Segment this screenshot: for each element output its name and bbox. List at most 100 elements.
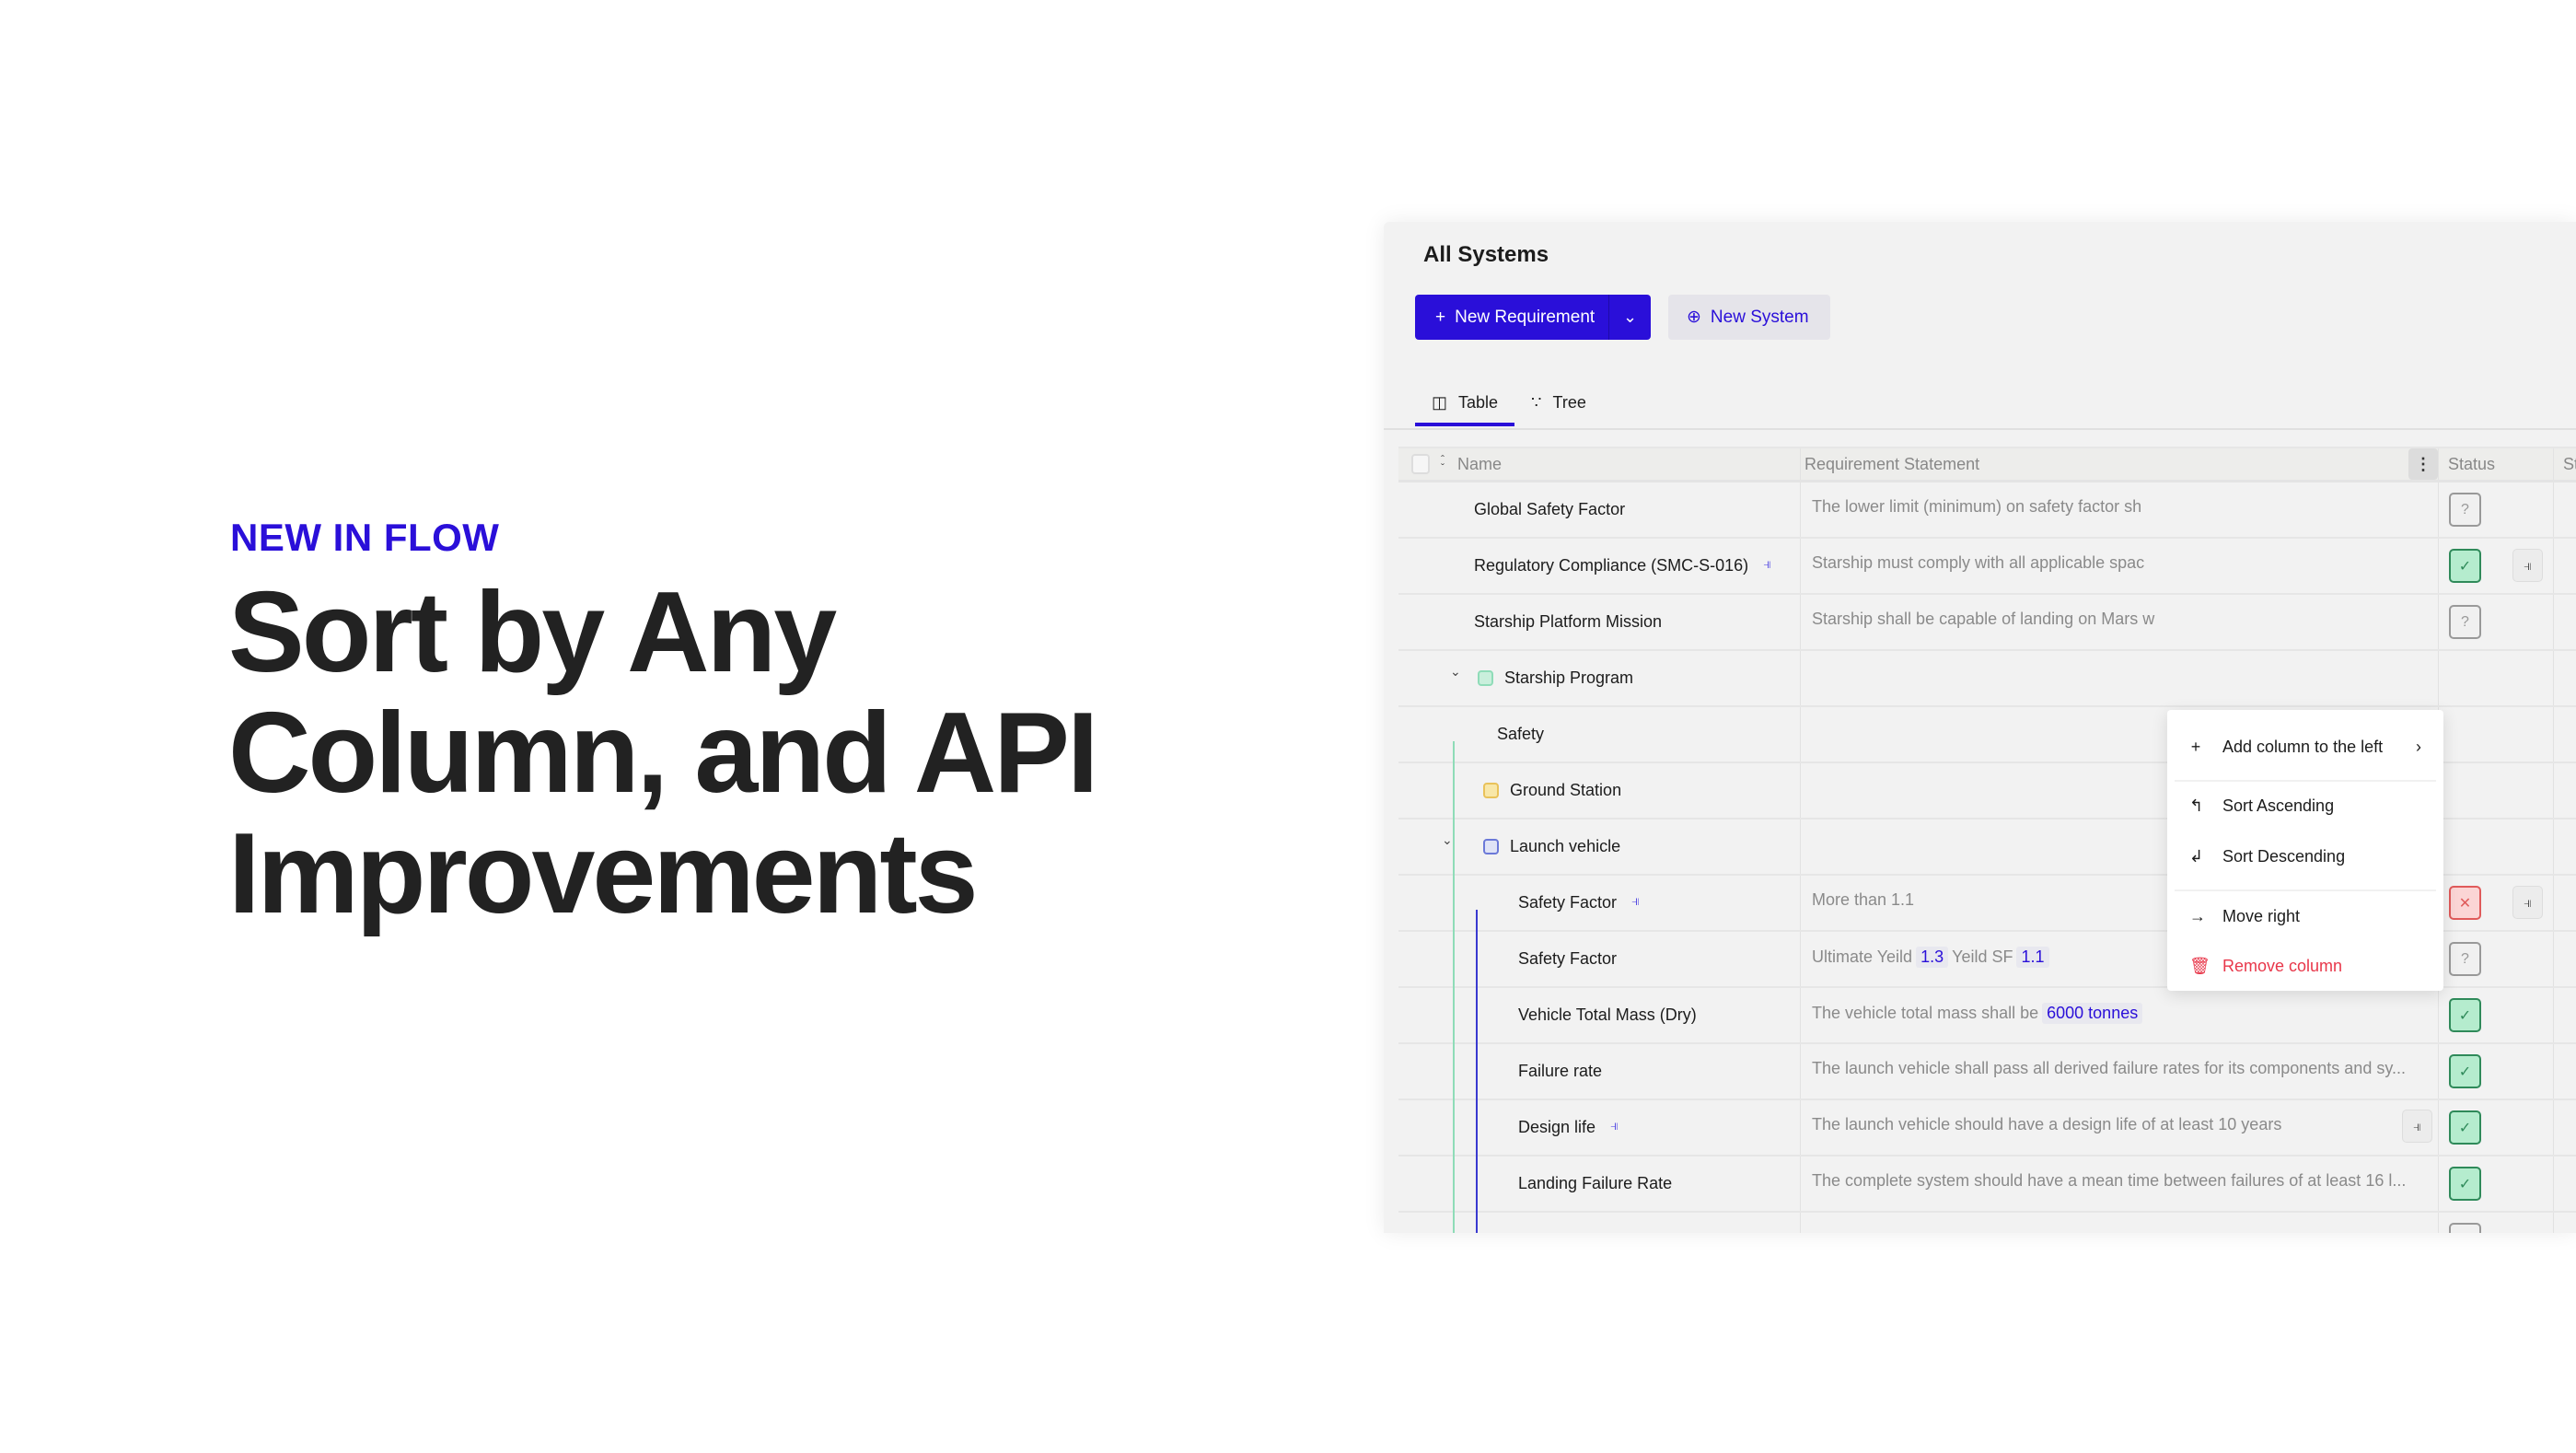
column-header-extra[interactable]: St xyxy=(2563,455,2576,474)
link-icon[interactable]: ⫣ xyxy=(2402,1110,2432,1143)
status-cell: ✓ xyxy=(2439,1157,2554,1211)
plus-icon: + xyxy=(1435,307,1446,327)
menu-label: Move right xyxy=(2222,906,2301,925)
requirement-cell[interactable]: The lower limit (minimum) on safety fact… xyxy=(1801,482,2439,537)
link-icon[interactable]: ⫣ xyxy=(1610,1118,1619,1137)
value-token: 1.1 xyxy=(2016,947,2049,968)
table-row[interactable]: Landing Failure Rate The complete system … xyxy=(1398,1157,2576,1213)
status-pass-badge[interactable]: ✓ xyxy=(2449,1167,2481,1201)
row-name[interactable]: Design life xyxy=(1518,1118,1595,1137)
status-cell: ✓ xyxy=(2439,1044,2554,1098)
tree-guide-line xyxy=(1453,741,1455,1233)
status-unknown-badge[interactable]: ? xyxy=(2449,493,2481,527)
row-name[interactable]: Vehicle Total Mass (Dry) xyxy=(1518,1005,1697,1025)
link-icon[interactable]: ⫣ xyxy=(1631,893,1640,912)
name-cell: Landing Failure Rate xyxy=(1398,1157,1801,1211)
menu-divider xyxy=(2175,780,2436,782)
row-name[interactable]: Safety Factor xyxy=(1518,949,1617,969)
row-name[interactable]: Global Safety Factor xyxy=(1474,500,1625,519)
new-system-button[interactable]: ⊕ New System xyxy=(1668,295,1830,340)
extra-cell xyxy=(2554,1157,2576,1211)
table-row[interactable]: Failure rate The launch vehicle shall pas… xyxy=(1398,1044,2576,1100)
arrow-right-icon: → xyxy=(2189,906,2206,925)
requirement-cell[interactable]: Starship must comply with all applicable… xyxy=(1801,539,2439,593)
requirement-text: Starship shall be capable of landing on … xyxy=(1812,610,2154,629)
requirement-cell[interactable] xyxy=(1801,1213,2439,1233)
menu-item-move-right[interactable]: → Move right xyxy=(2167,898,2443,935)
menu-item-add-column-left[interactable]: + Add column to the left › xyxy=(2167,728,2443,765)
requirement-text: The launch vehicle should have a design … xyxy=(1812,1115,2281,1134)
table-row[interactable]: Vehicle Total Mass (Dry) The vehicle tota… xyxy=(1398,988,2576,1044)
text-segment: More than 1.1 xyxy=(1812,890,1915,909)
status-unknown-badge[interactable]: ? xyxy=(2449,605,2481,639)
menu-item-sort-ascending[interactable]: ↰ Sort Ascending xyxy=(2167,787,2443,824)
new-requirement-button[interactable]: + New Requirement ⌄ xyxy=(1415,295,1651,340)
text-segment: The launch vehicle should have a design … xyxy=(1812,1115,2282,1133)
menu-label: Remove column xyxy=(2222,956,2343,975)
table-row[interactable]: ? xyxy=(1398,1213,2576,1233)
requirement-cell[interactable]: The complete system should have a mean t… xyxy=(1801,1157,2439,1211)
row-name[interactable]: Ground Station xyxy=(1510,781,1621,800)
status-cell xyxy=(2439,819,2554,874)
requirement-cell[interactable]: The launch vehicle shall pass all derive… xyxy=(1801,1044,2439,1098)
extra-cell xyxy=(2554,932,2576,986)
chevron-right-icon: › xyxy=(2416,737,2421,756)
row-name[interactable]: Starship Program xyxy=(1504,668,1633,688)
row-name[interactable]: Landing Failure Rate xyxy=(1518,1174,1672,1193)
status-pass-badge[interactable]: ✓ xyxy=(2449,998,2481,1032)
extra-cell xyxy=(2554,1213,2576,1233)
requirement-text: Ultimate Yeild 1.3 Yeild SF 1.1 xyxy=(1812,947,2049,968)
status-pass-badge[interactable]: ✓ xyxy=(2449,549,2481,583)
tab-table[interactable]: ◫ Table xyxy=(1415,378,1515,426)
table-row[interactable]: Global Safety Factor The lower limit (min… xyxy=(1398,482,2576,539)
table-row[interactable]: Regulatory Compliance (SMC-S-016) ⫣ Starsh… xyxy=(1398,539,2576,595)
link-icon[interactable]: ⫣ xyxy=(1763,556,1771,575)
table-row[interactable]: Design life ⫣ The launch vehicle should ha… xyxy=(1398,1100,2576,1157)
status-pass-badge[interactable]: ✓ xyxy=(2449,1054,2481,1088)
row-name[interactable]: Launch vehicle xyxy=(1510,837,1620,856)
row-name[interactable]: Regulatory Compliance (SMC-S-016) xyxy=(1474,556,1748,575)
column-menu-icon[interactable]: ⋮ xyxy=(2408,448,2438,480)
column-header-requirement[interactable]: Requirement Statement xyxy=(1804,455,1979,474)
sort-descending-icon: ↲ xyxy=(2189,846,2204,866)
status-unknown-badge[interactable]: ? xyxy=(2449,1223,2481,1233)
row-name[interactable]: Failure rate xyxy=(1518,1062,1602,1081)
sort-icon[interactable]: ˆˇ xyxy=(1441,454,1445,473)
link-icon[interactable]: ⫣ xyxy=(2512,886,2543,919)
menu-divider xyxy=(2175,889,2436,891)
row-name[interactable]: Safety Factor xyxy=(1518,893,1617,912)
requirement-text: Starship must comply with all applicable… xyxy=(1812,553,2144,573)
status-unknown-badge[interactable]: ? xyxy=(2449,942,2481,976)
chevron-down-icon[interactable]: ⌄ xyxy=(1442,832,1453,848)
status-pass-badge[interactable]: ✓ xyxy=(2449,1110,2481,1145)
chevron-down-icon[interactable]: ⌄ xyxy=(1450,664,1461,680)
requirement-cell[interactable]: The vehicle total mass shall be 6000 tonn… xyxy=(1801,988,2439,1042)
menu-item-sort-descending[interactable]: ↲ Sort Descending xyxy=(2167,838,2443,875)
tab-tree[interactable]: ∵ Tree xyxy=(1514,378,1603,426)
requirement-cell[interactable]: The launch vehicle should have a design … xyxy=(1801,1100,2439,1155)
chevron-down-icon[interactable]: ⌄ xyxy=(1608,295,1651,340)
status-fail-badge[interactable]: ✕ xyxy=(2449,886,2481,920)
requirement-cell[interactable]: Starship shall be capable of landing on … xyxy=(1801,595,2439,649)
menu-item-remove-column[interactable]: 🗑 Remove column xyxy=(2167,947,2443,984)
table-row[interactable]: ⌄ Starship Program xyxy=(1398,651,2576,707)
row-name[interactable]: Starship Platform Mission xyxy=(1474,612,1662,632)
status-cell: ✓ xyxy=(2439,1100,2554,1155)
extra-cell xyxy=(2554,876,2576,930)
new-system-label: New System xyxy=(1710,307,1809,327)
tabs-divider xyxy=(1384,428,2576,430)
tab-label: Table xyxy=(1458,392,1499,412)
select-all-checkbox[interactable] xyxy=(1411,454,1430,474)
new-requirement-label: New Requirement xyxy=(1455,307,1595,327)
kicker: NEW IN FLOW xyxy=(230,516,500,559)
name-cell: Failure rate xyxy=(1398,1044,1801,1098)
text-segment: Starship must comply with all applicable… xyxy=(1812,553,2145,572)
sort-ascending-icon: ↰ xyxy=(2189,796,2204,815)
column-header-status[interactable]: Status xyxy=(2448,455,2495,474)
table-row[interactable]: Starship Platform Mission Starship shall … xyxy=(1398,595,2576,651)
extra-cell xyxy=(2554,819,2576,874)
link-icon[interactable]: ⫣ xyxy=(2512,549,2543,582)
requirement-cell[interactable] xyxy=(1801,651,2439,705)
row-name[interactable]: Safety xyxy=(1497,725,1544,744)
column-header-name[interactable]: Name xyxy=(1457,455,1502,474)
